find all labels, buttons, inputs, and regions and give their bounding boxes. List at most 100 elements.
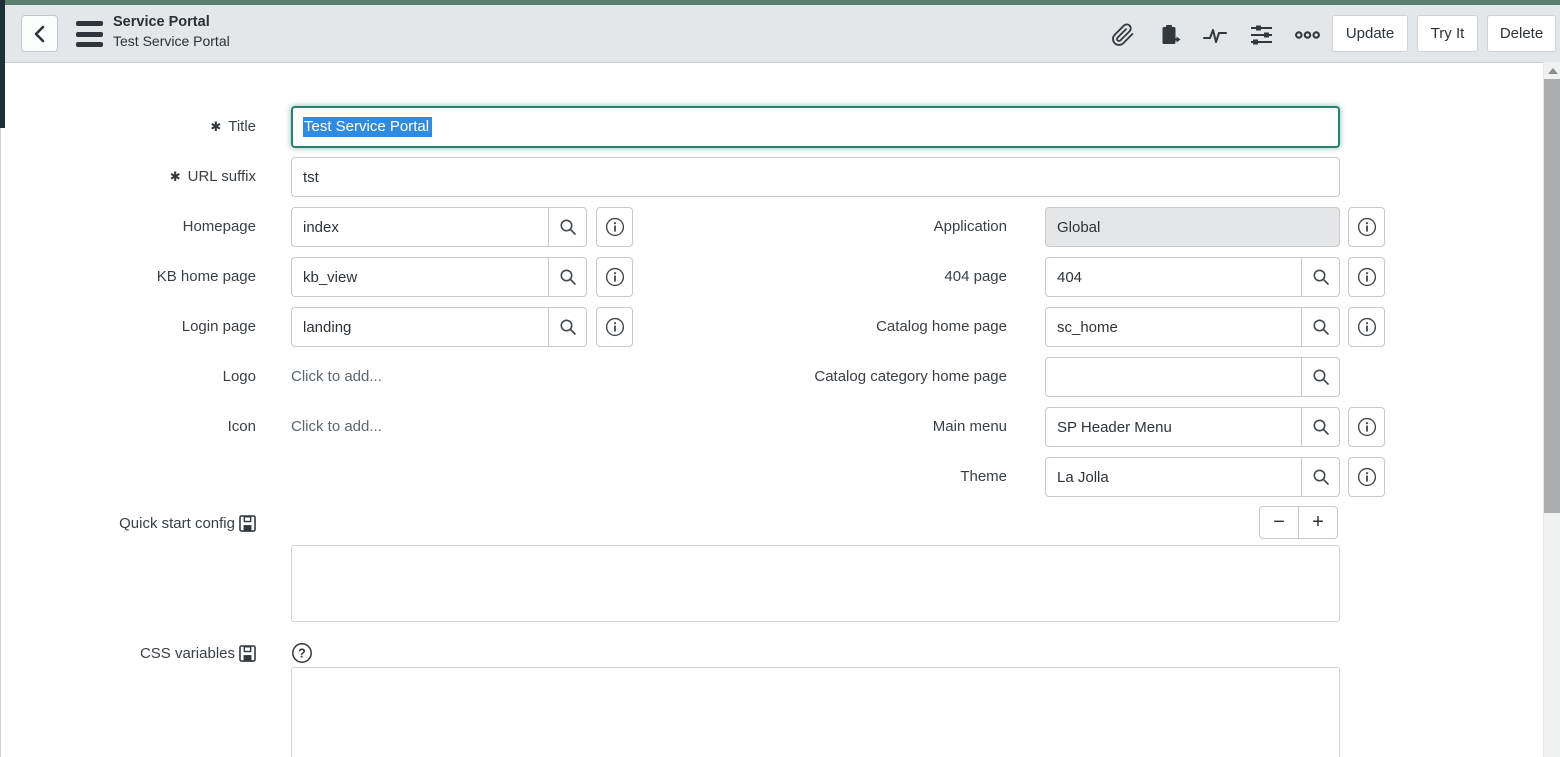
catalog-category-home-page-input[interactable] [1045,357,1302,397]
vertical-scrollbar[interactable] [1543,62,1560,757]
url-suffix-label: ✱URL suffix [40,157,256,197]
page-404-lookup-button[interactable] [1301,257,1340,297]
main-menu-input[interactable] [1045,407,1302,447]
search-icon [559,318,577,336]
kb-home-page-label: KB home page [40,257,256,297]
search-icon [1312,418,1330,436]
application-info-button[interactable] [1348,207,1385,247]
info-icon [605,217,625,237]
ellipsis-icon [1294,29,1321,41]
paperclip-icon [1111,23,1135,47]
header-titles: Service Portal Test Service Portal [113,13,230,50]
page-404-info-button[interactable] [1348,257,1385,297]
record-subtitle: Test Service Portal [113,32,230,50]
search-icon [559,268,577,286]
pulse-icon [1202,23,1228,47]
main-menu-info-button[interactable] [1348,407,1385,447]
chevron-left-icon [33,25,46,43]
kb-home-page-input[interactable] [291,257,549,297]
info-icon [1357,417,1377,437]
catalog-category-home-page-lookup-button[interactable] [1301,357,1340,397]
activity-stream-button[interactable] [1201,21,1228,48]
main-menu-label: Main menu [700,407,1007,447]
scrollbar-up-button[interactable] [1544,62,1560,79]
info-icon [605,267,625,287]
title-label: ✱Title [40,107,256,147]
quick-start-config-label: Quick start config [40,510,257,536]
catalog-category-home-page-label: Catalog category home page [700,357,1007,397]
login-page-lookup-button[interactable] [548,307,587,347]
homepage-input[interactable] [291,207,549,247]
left-edge-strip [0,0,5,128]
kb-home-page-lookup-button[interactable] [548,257,587,297]
theme-label: Theme [700,457,1007,497]
personalize-form-button[interactable] [1248,21,1275,48]
login-page-input[interactable] [291,307,549,347]
editor-size-stepper: − + [1259,506,1338,539]
css-variables-help-button[interactable]: ? [291,642,313,669]
title-input[interactable]: Test Service Portal [291,106,1340,148]
sliders-icon [1249,23,1274,47]
try-it-button[interactable]: Try It [1417,15,1478,52]
left-edge-line [0,128,1,757]
svg-text:?: ? [298,647,306,661]
back-button[interactable] [21,15,58,52]
application-input [1045,207,1340,247]
search-icon [559,218,577,236]
theme-lookup-button[interactable] [1301,457,1340,497]
catalog-home-page-lookup-button[interactable] [1301,307,1340,347]
page-404-input[interactable] [1045,257,1302,297]
save-disk-icon [238,514,257,533]
search-icon [1312,468,1330,486]
info-icon [1357,267,1377,287]
delete-button[interactable]: Delete [1487,15,1556,52]
homepage-label: Homepage [40,207,256,247]
login-page-label: Login page [40,307,256,347]
info-icon [1357,217,1377,237]
save-disk-icon [238,644,257,663]
homepage-lookup-button[interactable] [548,207,587,247]
question-mark-icon: ? [291,642,313,664]
more-options-button[interactable] [1294,21,1321,48]
icon-label: Icon [40,407,256,447]
logo-add-link[interactable]: Click to add... [291,357,382,397]
url-suffix-input[interactable] [291,157,1340,197]
info-icon [1357,467,1377,487]
homepage-info-button[interactable] [596,207,633,247]
theme-info-button[interactable] [1348,457,1385,497]
application-label: Application [700,207,1007,247]
up-arrow-icon [1548,68,1558,74]
main-menu-lookup-button[interactable] [1301,407,1340,447]
increase-size-button[interactable]: + [1298,506,1338,539]
service-portal-form-page: Service Portal Test Service Portal [0,0,1560,757]
page-404-label: 404 page [700,257,1007,297]
record-type-title: Service Portal [113,13,230,32]
required-marker: ✱ [170,169,181,184]
attachment-button[interactable] [1109,21,1136,48]
update-button[interactable]: Update [1332,15,1408,52]
required-marker: ✱ [210,119,221,134]
scrollbar-thumb[interactable] [1544,79,1560,513]
selected-text: Test Service Portal [303,117,432,137]
search-icon [1312,368,1330,386]
copy-record-button[interactable] [1155,21,1182,48]
clipboard-arrow-icon [1157,23,1181,47]
search-icon [1312,318,1330,336]
css-variables-label: CSS variables [40,640,257,666]
logo-label: Logo [40,357,256,397]
theme-input[interactable] [1045,457,1302,497]
kb-home-page-info-button[interactable] [596,257,633,297]
info-icon [1357,317,1377,337]
search-icon [1312,268,1330,286]
catalog-home-page-input[interactable] [1045,307,1302,347]
icon-add-link[interactable]: Click to add... [291,407,382,447]
css-variables-textarea[interactable] [291,667,1340,757]
catalog-home-page-info-button[interactable] [1348,307,1385,347]
login-page-info-button[interactable] [596,307,633,347]
form-context-menu-icon[interactable] [76,21,103,47]
form-header [0,5,1560,63]
info-icon [605,317,625,337]
catalog-home-page-label: Catalog home page [700,307,1007,347]
decrease-size-button[interactable]: − [1259,506,1299,539]
quick-start-config-textarea[interactable] [291,545,1340,622]
